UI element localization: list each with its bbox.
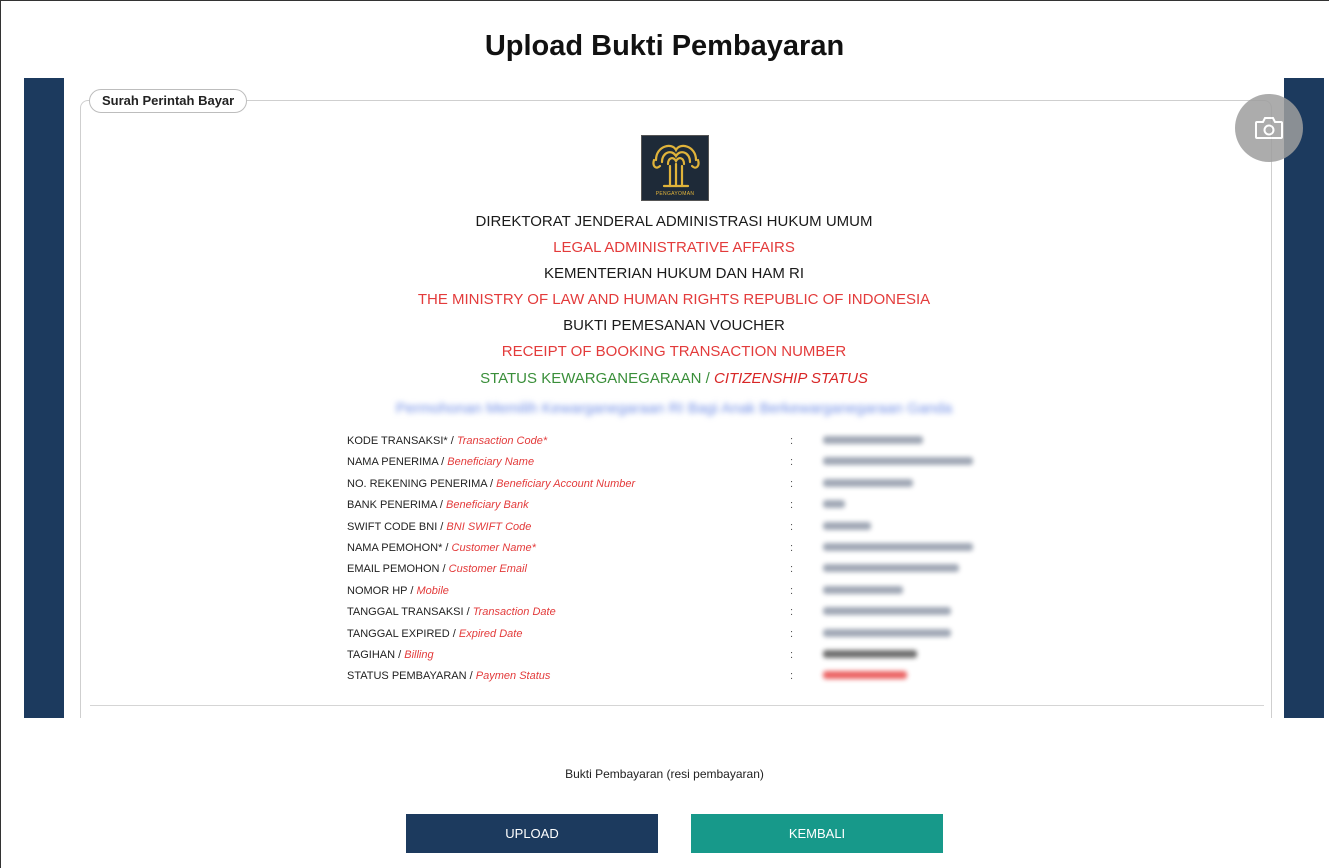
info-value-redacted <box>823 649 917 658</box>
left-side-bar <box>24 78 64 718</box>
payment-order-document[interactable]: Surah Perintah Bayar PENGAYOMAN DIREKTOR… <box>64 78 1284 718</box>
info-label: EMAIL PEMOHON / Customer Email <box>347 563 527 576</box>
document-divider <box>90 705 1264 706</box>
info-value-redacted <box>823 628 951 637</box>
service-name-blurred: Permohonan Memilih Kewarganegaraan RI Ba… <box>395 400 953 417</box>
info-colon: : <box>790 456 794 469</box>
info-colon: : <box>790 499 794 512</box>
info-row-customer-email: EMAIL PEMOHON / Customer Email : <box>347 560 1007 581</box>
info-value-redacted <box>823 457 973 466</box>
info-row-expired-date: TANGGAL EXPIRED / Expired Date : <box>347 625 1007 646</box>
info-colon: : <box>790 541 794 554</box>
info-label: NAMA PEMOHON* / Customer Name* <box>347 541 536 554</box>
header-line-ministry-id: KEMENTERIAN HUKUM DAN HAM RI <box>543 265 805 282</box>
header-line-legal-affairs: LEGAL ADMINISTRATIVE AFFAIRS <box>553 239 795 256</box>
info-label: BANK PENERIMA / Beneficiary Bank <box>347 499 529 512</box>
info-colon: : <box>790 477 794 490</box>
header-line-receipt-en: RECEIPT OF BOOKING TRANSACTION NUMBER <box>501 343 847 360</box>
page-title: Upload Bukti Pembayaran <box>484 30 845 62</box>
info-row-beneficiary-name: NAMA PENERIMA / Beneficiary Name : <box>347 453 1007 474</box>
info-value-redacted <box>823 521 871 530</box>
info-row-mobile: NOMOR HP / Mobile : <box>347 582 1007 603</box>
upload-button[interactable]: UPLOAD <box>406 814 658 853</box>
info-row-billing: TAGIHAN / Billing : <box>347 646 1007 667</box>
status-line: STATUS KEWARGANEGARAAN / CITIZENSHIP STA… <box>64 370 1284 387</box>
info-value-redacted <box>823 585 903 594</box>
info-colon: : <box>790 627 794 640</box>
info-label: NO. REKENING PENERIMA / Beneficiary Acco… <box>347 477 636 490</box>
screenshot-button[interactable] <box>1235 94 1303 162</box>
info-colon: : <box>790 584 794 597</box>
info-row-beneficiary-bank: BANK PENERIMA / Beneficiary Bank : <box>347 496 1007 517</box>
header-line-voucher-id: BUKTI PEMESANAN VOUCHER <box>563 317 785 334</box>
info-colon: : <box>790 648 794 661</box>
info-row-swift-code: SWIFT CODE BNI / BNI SWIFT Code : <box>347 518 1007 539</box>
info-row-account-number: NO. REKENING PENERIMA / Beneficiary Acco… <box>347 475 1007 496</box>
info-value-redacted <box>823 671 907 680</box>
info-colon: : <box>790 435 794 447</box>
header-line-ministry-en: THE MINISTRY OF LAW AND HUMAN RIGHTS REP… <box>417 291 931 308</box>
info-row-payment-status: STATUS PEMBAYARAN / Paymen Status : <box>347 667 1007 688</box>
info-value-redacted <box>823 436 923 444</box>
info-value-redacted <box>823 500 845 509</box>
info-label: TAGIHAN / Billing <box>347 648 434 661</box>
info-label: TANGGAL TRANSAKSI / Transaction Date <box>347 606 556 619</box>
info-row-transaction-date: TANGGAL TRANSAKSI / Transaction Date : <box>347 603 1007 624</box>
info-colon: : <box>790 670 794 683</box>
info-label: KODE TRANSAKSI* / Transaction Code* <box>347 435 548 447</box>
info-label: NOMOR HP / Mobile <box>347 584 449 597</box>
info-row-transaction-code: KODE TRANSAKSI* / Transaction Code* : <box>347 432 1007 453</box>
info-label: TANGGAL EXPIRED / Expired Date <box>347 627 523 640</box>
status-line-id: STATUS KEWARGANEGARAAN / <box>480 370 710 387</box>
header-line-directorate: DIREKTORAT JENDERAL ADMINISTRASI HUKUM U… <box>475 213 873 230</box>
logo-caption: PENGAYOMAN <box>655 191 695 197</box>
info-label: STATUS PEMBAYARAN / Paymen Status <box>347 670 551 683</box>
info-value-redacted <box>823 564 959 573</box>
camera-icon <box>1255 117 1283 139</box>
transaction-info-table: KODE TRANSAKSI* / Transaction Code* : NA… <box>347 432 1007 689</box>
payment-proof-label: Bukti Pembayaran (resi pembayaran) <box>565 767 764 781</box>
right-side-bar <box>1284 78 1324 718</box>
info-colon: : <box>790 606 794 619</box>
info-label: SWIFT CODE BNI / BNI SWIFT Code <box>347 520 532 533</box>
info-label: NAMA PENERIMA / Beneficiary Name <box>347 456 535 469</box>
info-colon: : <box>790 563 794 576</box>
info-colon: : <box>790 520 794 533</box>
info-value-redacted <box>823 542 973 551</box>
info-value-redacted <box>823 478 913 487</box>
fieldset-legend: Surah Perintah Bayar <box>89 89 248 113</box>
status-line-en: CITIZENSHIP STATUS <box>714 370 868 387</box>
info-row-customer-name: NAMA PEMOHON* / Customer Name* : <box>347 539 1007 560</box>
info-value-redacted <box>823 607 951 616</box>
back-button[interactable]: KEMBALI <box>691 814 943 853</box>
pengayoman-logo: PENGAYOMAN <box>641 135 709 201</box>
